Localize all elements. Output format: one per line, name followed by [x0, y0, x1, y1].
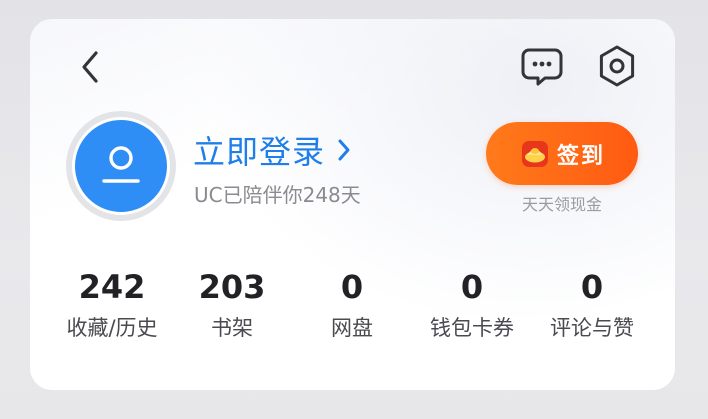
stat-value: 0: [580, 268, 604, 306]
stats-row: 242 收藏/历史 203 书架 0 网盘 0 钱包卡券 0 评论与赞: [30, 269, 675, 359]
stat-label: 钱包卡券: [430, 316, 514, 340]
checkin-subtitle: 天天领现金: [521, 195, 602, 214]
stat-label: 收藏/历史: [66, 316, 158, 340]
login-link[interactable]: 立即登录: [193, 127, 351, 173]
avatar[interactable]: [66, 111, 176, 221]
stat-wallet-coupons[interactable]: 0 钱包卡券: [412, 269, 532, 341]
chevron-right-icon: [337, 138, 351, 162]
gold-ingot-icon: [519, 138, 551, 170]
stat-value: 242: [78, 268, 146, 306]
profile-card: 立即登录 UC已陪伴你248天 签到 天天领现金 242 收藏/历史 203 书…: [30, 19, 675, 390]
chat-bubble-icon: [521, 48, 563, 86]
stat-comments-likes[interactable]: 0 评论与赞: [532, 269, 652, 341]
stat-value: 0: [460, 268, 484, 306]
user-avatar-icon: [102, 146, 140, 183]
settings-button[interactable]: [594, 43, 640, 89]
stat-label: 书架: [211, 316, 253, 340]
stat-bookshelf[interactable]: 203 书架: [172, 269, 292, 341]
login-label: 立即登录: [193, 133, 326, 171]
stat-label: 评论与赞: [550, 316, 634, 340]
avatar-circle: [72, 117, 170, 215]
message-button[interactable]: [518, 45, 566, 89]
stat-value: 0: [340, 268, 364, 306]
checkin-button[interactable]: 签到: [486, 122, 638, 185]
back-button[interactable]: [70, 45, 110, 89]
chevron-left-icon: [82, 51, 98, 83]
gear-icon: [599, 45, 635, 87]
stat-cloud-drive[interactable]: 0 网盘: [292, 269, 412, 341]
stat-value: 203: [198, 268, 266, 306]
page: 立即登录 UC已陪伴你248天 签到 天天领现金 242 收藏/历史 203 书…: [0, 0, 708, 419]
stat-favorites-history[interactable]: 242 收藏/历史: [52, 269, 172, 341]
companion-days-text: UC已陪伴你248天: [194, 183, 361, 207]
stat-label: 网盘: [331, 316, 373, 340]
checkin-label: 签到: [556, 143, 605, 169]
